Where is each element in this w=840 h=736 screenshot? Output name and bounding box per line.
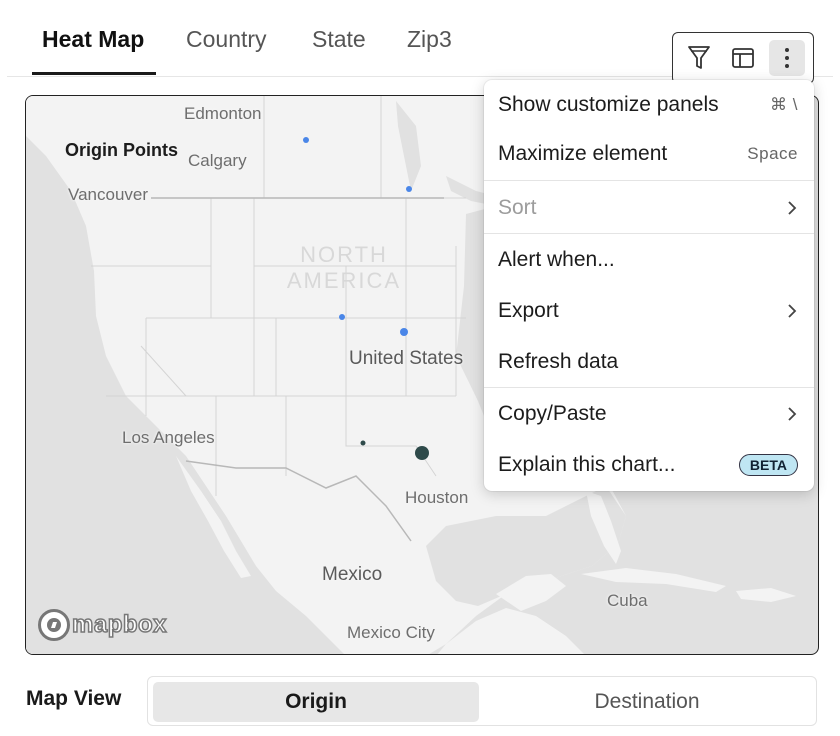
map-label-continent: NORTH AMERICA: [286, 242, 402, 293]
menu-item-maximize-element[interactable]: Maximize element Space: [484, 130, 814, 178]
filter-icon: [688, 46, 710, 69]
map-label-edmonton: Edmonton: [184, 104, 262, 123]
map-label-cuba: Cuba: [607, 591, 648, 610]
tab-zip3[interactable]: Zip3: [407, 26, 452, 53]
chart-toolbar: [672, 32, 814, 84]
map-view-toggle: Origin Destination: [147, 676, 817, 726]
filter-button[interactable]: [681, 40, 717, 76]
chart-options-menu: Show customize panels ⌘ \ Maximize eleme…: [484, 80, 814, 491]
chevron-right-icon: [788, 304, 797, 318]
menu-divider: [484, 233, 814, 234]
menu-item-export[interactable]: Export: [484, 287, 814, 335]
shortcut-hint: ⌘ \: [770, 95, 798, 114]
mapbox-icon: [38, 609, 70, 641]
map-view-option-origin[interactable]: Origin: [153, 682, 479, 722]
shortcut-hint: Space: [747, 144, 798, 163]
map-label-united-states: United States: [349, 348, 464, 369]
menu-divider: [484, 387, 814, 388]
map-legend-title: Origin Points: [65, 140, 179, 160]
map-label-mexico: Mexico: [322, 564, 383, 585]
chart-panel: Heat Map Country State Zip3 Origin Point…: [7, 0, 833, 736]
map-label-houston: Houston: [405, 488, 469, 507]
menu-item-explain-this-chart[interactable]: Explain this chart... BETA: [484, 441, 814, 489]
tab-state[interactable]: State: [312, 26, 366, 53]
map-label-los-angeles: Los Angeles: [122, 428, 215, 447]
menu-item-copy-paste[interactable]: Copy/Paste: [484, 390, 814, 438]
menu-item-sort: Sort: [484, 184, 814, 232]
menu-item-show-customize-panels[interactable]: Show customize panels ⌘ \: [484, 81, 814, 129]
menu-divider: [484, 180, 814, 181]
mapbox-wordmark: mapbox: [71, 610, 168, 639]
table-layout-button[interactable]: [725, 40, 761, 76]
map-view-option-destination[interactable]: Destination: [484, 682, 810, 722]
tab-country[interactable]: Country: [186, 26, 267, 53]
active-tab-indicator: [32, 72, 156, 75]
table-layout-icon: [732, 48, 754, 68]
map-label-vancouver: Vancouver: [68, 185, 149, 204]
mapbox-attribution-logo[interactable]: mapbox: [38, 609, 167, 641]
chevron-right-icon: [788, 201, 797, 215]
menu-item-alert-when[interactable]: Alert when...: [484, 236, 814, 284]
more-vertical-icon: [785, 48, 789, 68]
map-label-calgary: Calgary: [188, 151, 247, 170]
map-label-mexico-city: Mexico City: [347, 623, 435, 642]
chevron-right-icon: [788, 407, 797, 421]
tab-heat-map[interactable]: Heat Map: [42, 26, 144, 53]
menu-item-refresh-data[interactable]: Refresh data: [484, 338, 814, 386]
more-options-button[interactable]: [769, 40, 805, 76]
map-view-label: Map View: [26, 687, 122, 710]
beta-badge: BETA: [738, 454, 798, 476]
